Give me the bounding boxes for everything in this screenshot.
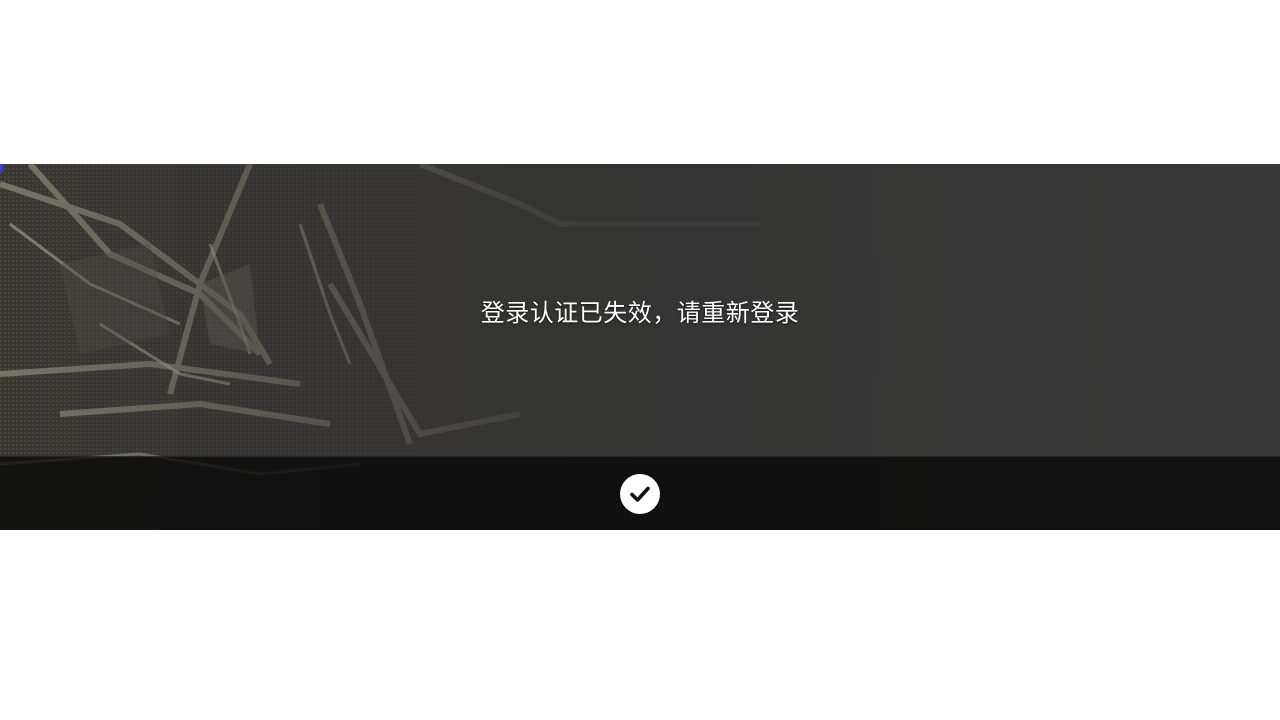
dialog-body: 登录认证已失效，请重新登录 bbox=[0, 164, 1280, 456]
confirm-button[interactable] bbox=[620, 474, 660, 514]
check-icon bbox=[630, 486, 650, 502]
corner-indicator bbox=[0, 164, 3, 172]
page: 登录认证已失效，请重新登录 bbox=[0, 0, 1280, 720]
dialog-footer bbox=[0, 456, 1280, 530]
session-expired-dialog: 登录认证已失效，请重新登录 bbox=[0, 164, 1280, 530]
session-expired-message: 登录认证已失效，请重新登录 bbox=[480, 298, 800, 327]
